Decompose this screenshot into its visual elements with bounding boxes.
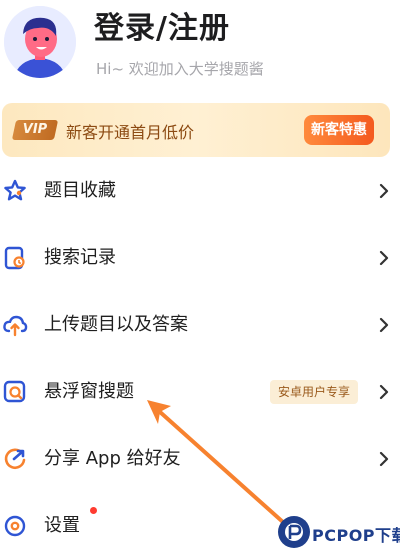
menu-item-search-history[interactable]: 搜索记录 — [0, 225, 400, 291]
search-history-icon — [2, 245, 28, 271]
settings-icon — [2, 513, 28, 539]
notification-dot — [90, 507, 97, 514]
menu-item-label: 搜索记录 — [44, 247, 116, 268]
vip-badge: VIP — [11, 120, 59, 140]
menu-item-upload-questions[interactable]: 上传题目以及答案 — [0, 292, 400, 358]
menu-item-floating-search[interactable]: 悬浮窗搜题 安卓用户专享 — [0, 359, 400, 425]
chevron-right-icon — [376, 313, 392, 337]
menu-item-label: 设置 — [44, 515, 80, 536]
menu-item-label: 分享 App 给好友 — [44, 448, 181, 469]
chevron-right-icon — [376, 447, 392, 471]
vip-banner[interactable]: VIP 新客开通首月低价 新客特惠 — [2, 103, 390, 157]
welcome-subtitle: Hi~ 欢迎加入大学搜题酱 — [96, 60, 264, 78]
new-customer-offer-button[interactable]: 新客特惠 — [304, 115, 374, 145]
share-icon — [2, 446, 28, 472]
menu-item-favorites[interactable]: 题目收藏 — [0, 158, 400, 224]
watermark-text: PCPOP下载 — [312, 526, 400, 545]
star-icon — [2, 178, 28, 204]
pcpop-watermark: PCPOP下载 — [276, 512, 400, 553]
pcpop-logo-icon — [278, 516, 310, 548]
login-register-title[interactable]: 登录/注册 — [94, 10, 230, 48]
avatar[interactable] — [4, 6, 76, 78]
chevron-right-icon — [376, 246, 392, 270]
floating-search-icon — [2, 379, 28, 405]
profile-header[interactable]: 登录/注册 Hi~ 欢迎加入大学搜题酱 — [0, 0, 400, 98]
android-exclusive-badge: 安卓用户专享 — [270, 380, 359, 404]
menu-item-label: 上传题目以及答案 — [44, 314, 188, 335]
menu-item-share-app[interactable]: 分享 App 给好友 — [0, 426, 400, 492]
chevron-right-icon — [376, 179, 392, 203]
upload-icon — [2, 312, 28, 338]
avatar-illustration-icon — [4, 6, 76, 78]
vip-promo-text: 新客开通首月低价 — [66, 123, 195, 142]
chevron-right-icon — [376, 380, 392, 404]
menu-item-label: 题目收藏 — [44, 180, 116, 201]
menu-item-label: 悬浮窗搜题 — [44, 381, 134, 402]
